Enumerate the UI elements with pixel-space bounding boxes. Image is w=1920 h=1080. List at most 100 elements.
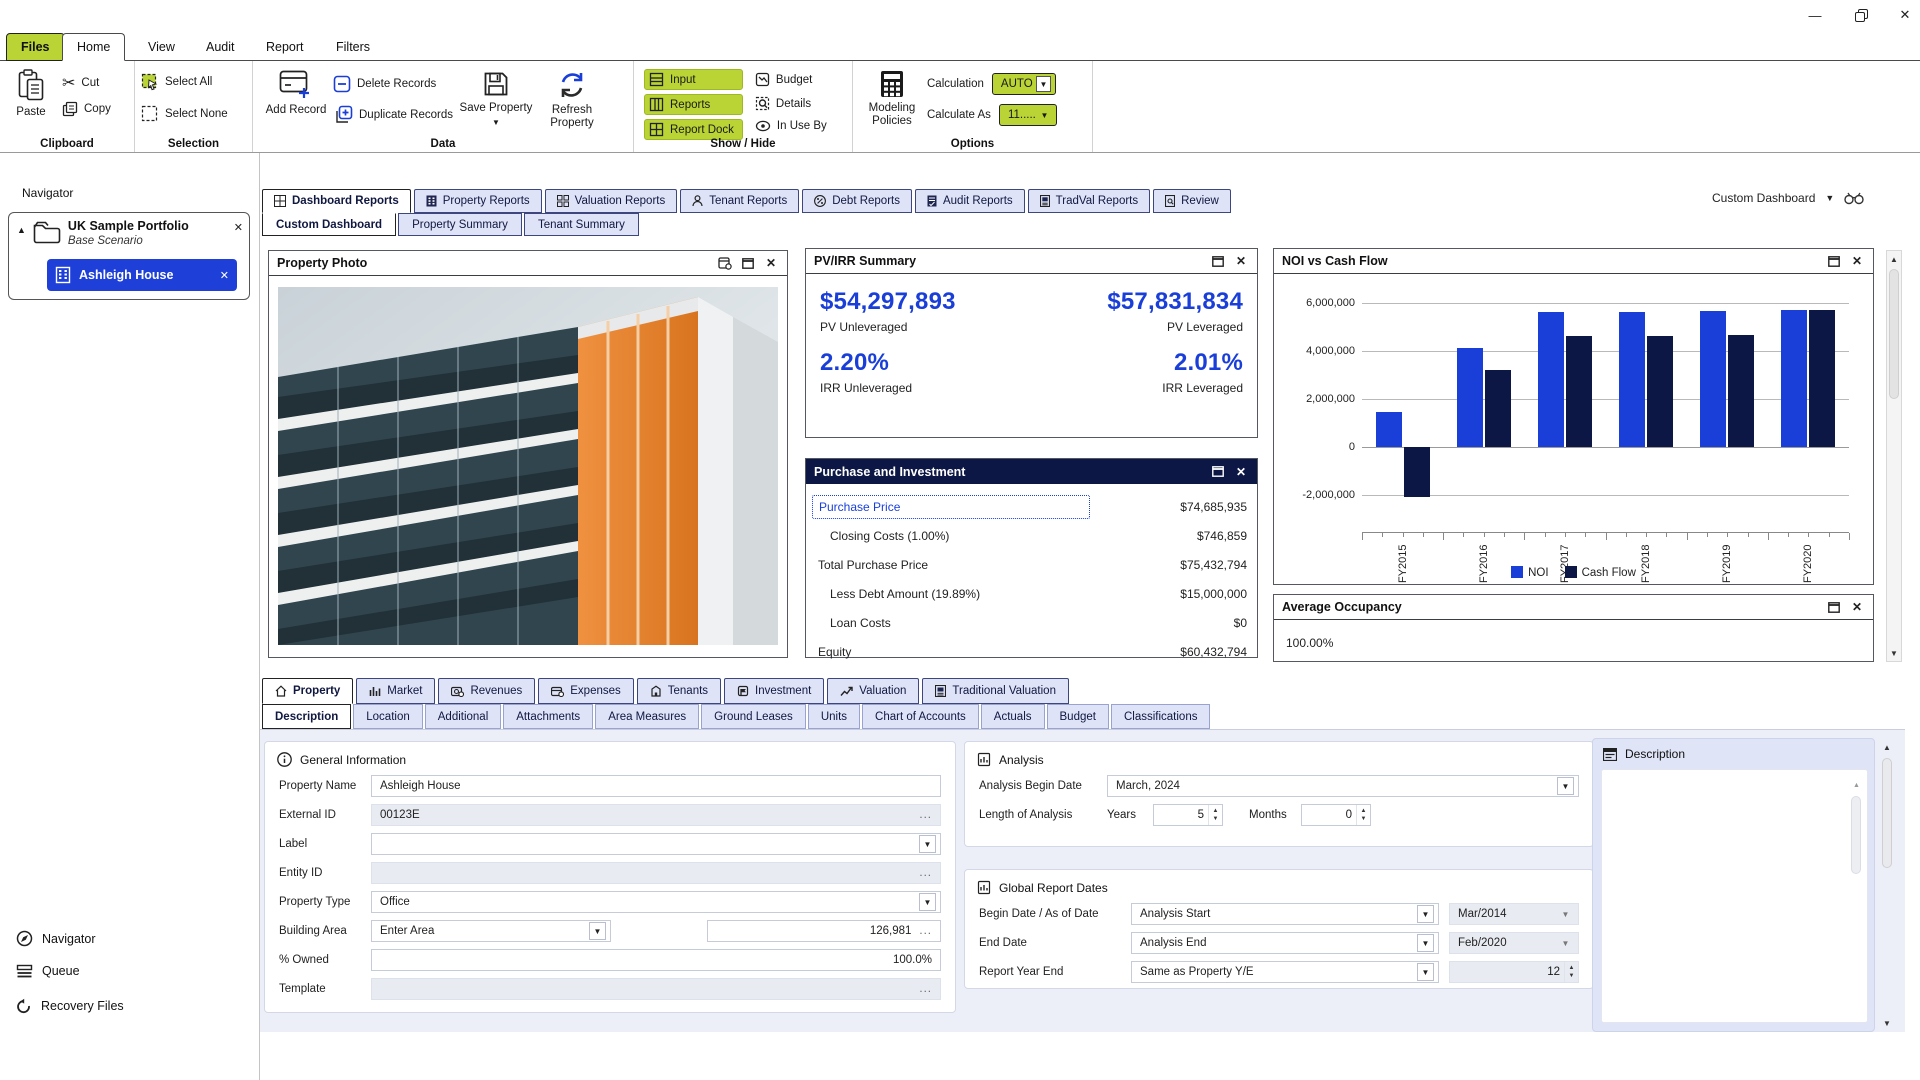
- duplicate-records-button[interactable]: Duplicate Records: [333, 105, 453, 125]
- subtab-classifications[interactable]: Classifications: [1111, 704, 1211, 729]
- tab-property-summary[interactable]: Property Summary: [398, 213, 522, 236]
- toggle-reports[interactable]: Reports: [644, 94, 743, 115]
- tab-tenant-summary[interactable]: Tenant Summary: [524, 213, 639, 236]
- close-window-button[interactable]: ✕: [1894, 6, 1916, 24]
- subtab-ground-leases[interactable]: Ground Leases: [701, 704, 806, 729]
- months-spinner[interactable]: 0 ▲▼: [1301, 804, 1371, 826]
- description-scroll-up-icon[interactable]: ▲: [1851, 782, 1862, 789]
- tab-tenant-reports[interactable]: Tenant Reports: [680, 189, 799, 213]
- subtab-area-measures[interactable]: Area Measures: [595, 704, 699, 729]
- purchase-row-purchase-price[interactable]: Purchase Price$74,685,935: [812, 492, 1247, 521]
- close-portfolio-button[interactable]: ✕: [234, 221, 243, 234]
- subtab-description[interactable]: Description: [262, 704, 351, 729]
- module-scroll-down-icon[interactable]: ▼: [1880, 1016, 1894, 1030]
- menu-tab-audit[interactable]: Audit: [192, 33, 249, 61]
- refresh-property-button[interactable]: Refresh Property: [539, 65, 605, 131]
- tab-property[interactable]: Property: [262, 678, 353, 704]
- description-textarea[interactable]: ▲: [1601, 769, 1868, 1023]
- property-type-field[interactable]: Office▼: [371, 891, 941, 913]
- menu-tab-filters[interactable]: Filters: [322, 33, 384, 61]
- photo-maximize-button[interactable]: [740, 255, 756, 271]
- begin-date-caret-icon[interactable]: ▼: [1417, 905, 1434, 923]
- report-year-end-month[interactable]: 12 ▲▼: [1449, 961, 1579, 983]
- report-year-end-select[interactable]: Same as Property Y/E▼: [1131, 961, 1439, 983]
- report-year-end-spinner-arrows[interactable]: ▲▼: [1564, 962, 1578, 982]
- years-spinner-arrows[interactable]: ▲▼: [1208, 805, 1222, 825]
- purchase-row-less-debt[interactable]: Less Debt Amount (19.89%)$15,000,000: [812, 579, 1247, 608]
- property-name-field[interactable]: [371, 775, 941, 797]
- toggle-details[interactable]: Details: [755, 96, 827, 111]
- save-property-button[interactable]: Save Property ▼: [459, 65, 533, 131]
- purchase-row-equity[interactable]: Equity$60,432,794: [812, 637, 1247, 666]
- tab-review[interactable]: Review: [1153, 189, 1231, 213]
- begin-date-value[interactable]: Mar/2014▼: [1449, 903, 1579, 925]
- analysis-begin-date-caret-icon[interactable]: ▼: [1557, 777, 1574, 795]
- tab-property-reports[interactable]: Property Reports: [414, 189, 542, 213]
- subtab-location[interactable]: Location: [353, 704, 422, 729]
- tab-expenses[interactable]: Expenses: [538, 678, 634, 704]
- subtab-budget[interactable]: Budget: [1047, 704, 1109, 729]
- photo-close-button[interactable]: ✕: [763, 255, 779, 271]
- begin-date-select[interactable]: Analysis Start▼: [1131, 903, 1439, 925]
- tab-valuation-reports[interactable]: Valuation Reports: [545, 189, 678, 213]
- tab-revenues[interactable]: Revenues: [438, 678, 535, 704]
- end-date-value[interactable]: Feb/2020▼: [1449, 932, 1579, 954]
- property-type-caret-icon[interactable]: ▼: [919, 893, 936, 911]
- entity-id-field[interactable]: ...: [371, 862, 941, 884]
- noi-maximize-button[interactable]: [1826, 253, 1842, 269]
- module-scroll-up-icon[interactable]: ▲: [1880, 740, 1894, 754]
- tab-dashboard-reports[interactable]: Dashboard Reports: [262, 189, 411, 213]
- tab-investment[interactable]: Investment: [724, 678, 824, 704]
- toggle-budget[interactable]: Budget: [755, 72, 827, 87]
- purchase-row-total-purchase-price[interactable]: Total Purchase Price$75,432,794: [812, 550, 1247, 579]
- select-all-button[interactable]: Select All: [141, 73, 228, 91]
- scroll-up-icon[interactable]: ▲: [1887, 252, 1901, 266]
- toggle-input[interactable]: Input: [644, 69, 743, 90]
- subtab-units[interactable]: Units: [808, 704, 860, 729]
- sidebar-footer-queue[interactable]: Queue: [16, 964, 80, 978]
- purchase-close-button[interactable]: ✕: [1233, 464, 1249, 480]
- scroll-down-icon[interactable]: ▼: [1887, 646, 1901, 660]
- sidebar-footer-recovery-files[interactable]: Recovery Files: [16, 998, 124, 1014]
- dashboard-selector[interactable]: Custom Dashboard: [1712, 191, 1815, 205]
- sidebar-item-property[interactable]: Ashleigh House ✕: [47, 259, 237, 291]
- find-dashboard-icon[interactable]: [1844, 191, 1864, 205]
- tab-traditional-valuation[interactable]: Traditional Valuation: [922, 678, 1069, 704]
- tab-custom-dashboard[interactable]: Custom Dashboard: [262, 213, 396, 236]
- menu-tab-view[interactable]: View: [134, 33, 189, 61]
- copy-button[interactable]: Copy: [62, 101, 111, 117]
- dashboard-selector-caret[interactable]: ▼: [1825, 193, 1834, 203]
- subtab-actuals[interactable]: Actuals: [981, 704, 1045, 729]
- tab-tenants[interactable]: Tenants: [637, 678, 721, 704]
- sidebar-footer-navigator[interactable]: Navigator: [16, 930, 96, 947]
- photo-options-button[interactable]: [717, 255, 733, 271]
- purchase-row-closing-costs[interactable]: Closing Costs (1.00%)$746,859: [812, 521, 1247, 550]
- external-id-field[interactable]: 00123E...: [371, 804, 941, 826]
- tab-audit-reports[interactable]: Audit Reports: [915, 189, 1025, 213]
- end-date-select[interactable]: Analysis End▼: [1131, 932, 1439, 954]
- calculation-select[interactable]: AUTO ▼: [992, 73, 1056, 95]
- subtab-chart-of-accounts[interactable]: Chart of Accounts: [862, 704, 979, 729]
- menu-tab-files[interactable]: Files: [6, 33, 65, 61]
- end-date-caret-icon[interactable]: ▼: [1417, 934, 1434, 952]
- purchase-row-loan-costs[interactable]: Loan Costs$0: [812, 608, 1247, 637]
- description-scroll-thumb[interactable]: [1851, 796, 1861, 874]
- occupancy-close-button[interactable]: ✕: [1849, 599, 1865, 615]
- building-area-mode-select[interactable]: Enter Area▼: [371, 920, 611, 942]
- months-spinner-arrows[interactable]: ▲▼: [1356, 805, 1370, 825]
- purchase-maximize-button[interactable]: [1210, 464, 1226, 480]
- portfolio-name[interactable]: UK Sample Portfolio: [68, 219, 228, 233]
- template-field[interactable]: ...: [371, 978, 941, 1000]
- select-none-button[interactable]: Select None: [141, 105, 228, 123]
- menu-tab-home[interactable]: Home: [62, 33, 125, 61]
- label-field[interactable]: ▼: [371, 833, 941, 855]
- description-scrollbar[interactable]: ▲: [1851, 782, 1862, 942]
- module-scrollbar[interactable]: ▲ ▼: [1880, 740, 1896, 1030]
- collapse-portfolio-icon[interactable]: ▲: [17, 225, 26, 235]
- occupancy-maximize-button[interactable]: [1826, 599, 1842, 615]
- report-year-end-caret-icon[interactable]: ▼: [1417, 963, 1434, 981]
- menu-tab-report[interactable]: Report: [252, 33, 318, 61]
- toggle-in-use-by[interactable]: In Use By: [755, 120, 827, 132]
- add-record-button[interactable]: Add Record: [265, 65, 327, 131]
- tab-tradval-reports[interactable]: TradVal Reports: [1028, 189, 1150, 213]
